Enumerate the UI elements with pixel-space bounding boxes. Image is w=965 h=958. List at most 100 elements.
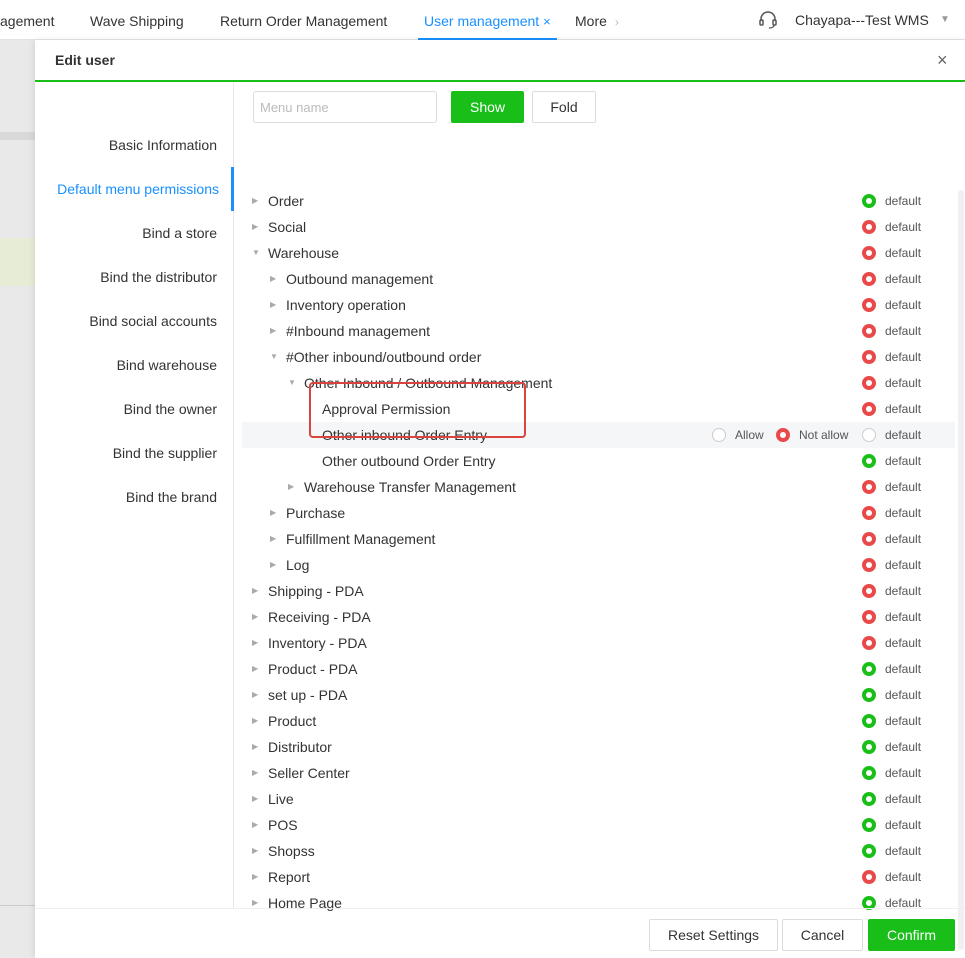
tree-row[interactable]: ▶ Report default [242, 864, 955, 890]
tree-row[interactable]: ▶ Live default [242, 786, 955, 812]
tree-row[interactable]: ▼ Other Inbound / Outbound Management defa… [242, 370, 955, 396]
tree-row[interactable]: ▼ Warehouse default [242, 240, 955, 266]
sidebar-item-bind-distributor[interactable]: Bind the distributor [100, 269, 217, 285]
default-radio[interactable] [862, 844, 876, 858]
caret-right-icon[interactable]: ▶ [252, 222, 258, 231]
sidebar-item-bind-brand[interactable]: Bind the brand [126, 489, 217, 505]
caret-down-icon[interactable]: ▼ [288, 378, 296, 387]
default-radio[interactable] [862, 714, 876, 728]
sidebar-item-bind-warehouse[interactable]: Bind warehouse [117, 357, 217, 373]
tree-row[interactable]: ▼ #Other inbound/outbound order default [242, 344, 955, 370]
caret-right-icon[interactable]: ▶ [252, 612, 258, 621]
sidebar-item-default-menu-permissions[interactable]: Default menu permissions [57, 181, 219, 197]
close-icon[interactable]: × [937, 51, 948, 69]
tree-row[interactable]: ▶ Product default [242, 708, 955, 734]
default-radio[interactable] [862, 662, 876, 676]
tree-row[interactable]: ▶ Warehouse Transfer Management default [242, 474, 955, 500]
tab-user-management[interactable]: User management × [418, 0, 557, 40]
sidebar-item-basic-information[interactable]: Basic Information [109, 137, 217, 153]
tree-row[interactable]: Other outbound Order Entry default [242, 448, 955, 474]
default-radio[interactable] [862, 636, 876, 650]
tree-row[interactable]: ▶ POS default [242, 812, 955, 838]
default-radio[interactable] [862, 324, 876, 338]
headset-icon[interactable] [758, 10, 778, 30]
default-radio[interactable] [862, 480, 876, 494]
tree-row[interactable]: ▶ Order default [242, 188, 955, 214]
default-radio[interactable] [862, 870, 876, 884]
fold-button[interactable]: Fold [532, 91, 596, 123]
tree-row[interactable]: Other inbound Order Entry Allow Not allow d… [242, 422, 955, 448]
default-radio[interactable] [862, 272, 876, 286]
sidebar-item-bind-supplier[interactable]: Bind the supplier [113, 445, 217, 461]
caret-right-icon[interactable]: ▶ [252, 846, 258, 855]
caret-right-icon[interactable]: ▶ [270, 300, 276, 309]
close-icon[interactable]: × [543, 14, 551, 29]
tree-row[interactable]: Approval Permission default [242, 396, 955, 422]
tree-row[interactable]: ▶ Inventory operation default [242, 292, 955, 318]
caret-down-icon[interactable]: ▼ [940, 0, 950, 40]
caret-right-icon[interactable]: ▶ [252, 768, 258, 777]
caret-right-icon[interactable]: ▶ [270, 508, 276, 517]
default-radio[interactable] [862, 792, 876, 806]
default-radio[interactable] [862, 766, 876, 780]
scrollbar[interactable] [958, 190, 964, 950]
tree-row[interactable]: ▶ Purchase default [242, 500, 955, 526]
tree-row[interactable]: ▶ Outbound management default [242, 266, 955, 292]
caret-right-icon[interactable]: ▶ [252, 638, 258, 647]
default-radio[interactable] [862, 740, 876, 754]
tree-row[interactable]: ▶ set up - PDA default [242, 682, 955, 708]
sidebar-item-bind-owner[interactable]: Bind the owner [124, 401, 217, 417]
default-radio[interactable] [862, 194, 876, 208]
default-radio[interactable] [862, 246, 876, 260]
caret-right-icon[interactable]: ▶ [288, 482, 294, 491]
default-radio[interactable] [862, 350, 876, 364]
default-radio[interactable] [862, 506, 876, 520]
caret-right-icon[interactable]: ▶ [252, 196, 258, 205]
show-button[interactable]: Show [451, 91, 524, 123]
default-radio[interactable] [862, 688, 876, 702]
menu-name-input[interactable] [253, 91, 437, 123]
caret-right-icon[interactable]: ▶ [252, 586, 258, 595]
default-radio[interactable] [862, 584, 876, 598]
tree-row[interactable]: ▶ Inventory - PDA default [242, 630, 955, 656]
tab-more[interactable]: More › [575, 0, 619, 40]
allow-radio[interactable] [712, 428, 726, 442]
tab-management[interactable]: agement [0, 0, 54, 40]
default-radio[interactable] [862, 818, 876, 832]
caret-right-icon[interactable]: ▶ [270, 326, 276, 335]
default-radio[interactable] [862, 402, 876, 416]
account-name[interactable]: Chayapa---Test WMS [795, 0, 929, 40]
tab-wave-shipping[interactable]: Wave Shipping [90, 0, 184, 40]
default-radio[interactable] [862, 454, 876, 468]
sidebar-item-bind-store[interactable]: Bind a store [142, 225, 217, 241]
default-radio[interactable] [862, 428, 876, 442]
confirm-button[interactable]: Confirm [868, 919, 955, 951]
default-radio[interactable] [862, 532, 876, 546]
caret-right-icon[interactable]: ▶ [252, 690, 258, 699]
default-radio[interactable] [862, 610, 876, 624]
tree-row[interactable]: ▶ Log default [242, 552, 955, 578]
caret-right-icon[interactable]: ▶ [252, 820, 258, 829]
tree-row[interactable]: ▶ Social default [242, 214, 955, 240]
caret-right-icon[interactable]: ▶ [252, 794, 258, 803]
caret-right-icon[interactable]: ▶ [252, 716, 258, 725]
caret-right-icon[interactable]: ▶ [252, 872, 258, 881]
default-radio[interactable] [862, 376, 876, 390]
tree-row[interactable]: ▶ #Inbound management default [242, 318, 955, 344]
caret-down-icon[interactable]: ▼ [270, 352, 278, 361]
tree-row[interactable]: ▶ Product - PDA default [242, 656, 955, 682]
caret-right-icon[interactable]: ▶ [270, 560, 276, 569]
caret-down-icon[interactable]: ▼ [252, 248, 260, 257]
not-allow-radio[interactable] [776, 428, 790, 442]
tree-row[interactable]: ▶ Shipping - PDA default [242, 578, 955, 604]
tree-row[interactable]: ▶ Distributor default [242, 734, 955, 760]
caret-right-icon[interactable]: ▶ [270, 534, 276, 543]
caret-right-icon[interactable]: ▶ [252, 742, 258, 751]
tree-row[interactable]: ▶ Receiving - PDA default [242, 604, 955, 630]
sidebar-item-bind-social-accounts[interactable]: Bind social accounts [89, 313, 217, 329]
cancel-button[interactable]: Cancel [782, 919, 863, 951]
tree-row[interactable]: ▶ Fulfillment Management default [242, 526, 955, 552]
default-radio[interactable] [862, 558, 876, 572]
default-radio[interactable] [862, 298, 876, 312]
tree-row[interactable]: ▶ Shopss default [242, 838, 955, 864]
